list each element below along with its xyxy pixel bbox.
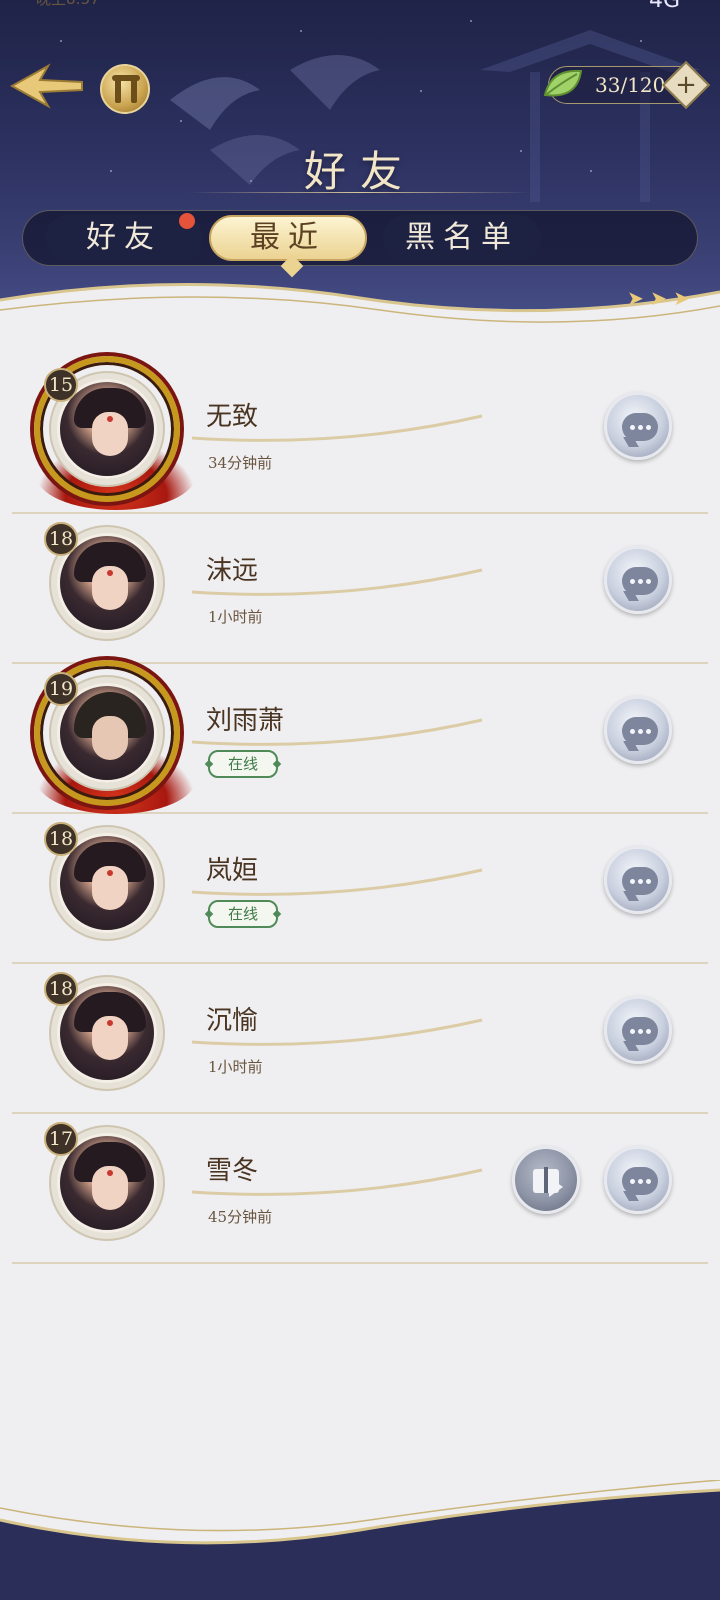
- friend-name: 无致: [206, 402, 259, 432]
- page-title: 好友: [303, 147, 416, 196]
- tab-friends-label: 好友: [86, 220, 162, 255]
- list-item[interactable]: 18 沉愉 1小时前: [12, 964, 708, 1114]
- level-badge: 15: [44, 368, 78, 402]
- friend-name: 雪冬: [206, 1156, 259, 1186]
- last-active-time: 1小时前: [208, 1058, 263, 1076]
- list-item[interactable]: 15 无致 34分钟前: [12, 356, 708, 514]
- avatar[interactable]: 17: [44, 1122, 166, 1242]
- last-active-time: 45分钟前: [208, 1208, 273, 1226]
- tab-friends[interactable]: 好友: [45, 213, 203, 261]
- friend-name: 沉愉: [206, 1006, 259, 1036]
- list-item[interactable]: 18 沫远 1小时前: [12, 514, 708, 664]
- chat-button[interactable]: [604, 546, 672, 614]
- header-banner: 晚上8:57 4G 33/120 + 好友 好友 最近: [0, 0, 720, 330]
- chat-button[interactable]: [604, 696, 672, 764]
- avatar[interactable]: 18: [44, 972, 166, 1092]
- online-status-badge: 在线: [208, 750, 278, 778]
- level-badge: 19: [44, 672, 78, 706]
- chat-bubble-icon: [622, 1167, 658, 1195]
- avatar[interactable]: 18: [44, 822, 166, 942]
- level-badge: 18: [44, 522, 78, 556]
- list-item[interactable]: 17 雪冬 45分钟前: [12, 1114, 708, 1264]
- chat-bubble-icon: [622, 867, 658, 895]
- status-signal: 4G: [648, 0, 680, 13]
- tab-recent[interactable]: 最近: [209, 215, 367, 261]
- tab-bar: 好友 最近 黑名单: [22, 210, 698, 266]
- leaf-stamina-icon: [543, 69, 583, 97]
- send-gift-button[interactable]: [512, 1146, 580, 1214]
- swallow-decoration: ➤ ➤ ➤: [627, 286, 690, 310]
- level-badge: 18: [44, 822, 78, 856]
- title-divider: [190, 192, 530, 193]
- send-arrow-icon: [549, 1177, 563, 1197]
- friend-name: 岚姮: [206, 856, 259, 886]
- chat-bubble-icon: [622, 717, 658, 745]
- back-arrow-icon: [9, 63, 83, 109]
- tab-blacklist[interactable]: 黑名单: [383, 215, 541, 261]
- level-badge: 17: [44, 1122, 78, 1156]
- tab-blacklist-label: 黑名单: [405, 220, 519, 255]
- footer-wave: [0, 1480, 720, 1600]
- avatar[interactable]: 18: [44, 522, 166, 642]
- stamina-counter: 33/120 +: [543, 60, 711, 110]
- status-bar: 晚上8:57 4G: [36, 0, 680, 13]
- avatar[interactable]: 19: [34, 660, 196, 814]
- list-item[interactable]: 18 岚姮 在线: [12, 814, 708, 964]
- last-active-time: 1小时前: [208, 608, 263, 626]
- stamina-value: 33/120: [595, 73, 666, 97]
- chat-bubble-icon: [622, 567, 658, 595]
- friend-name: 沫远: [206, 556, 259, 586]
- chat-button[interactable]: [604, 1146, 672, 1214]
- friend-list: 15 无致 34分钟前 18 沫远 1小时前 19 刘雨萧 在线 18 岚姮 在…: [12, 356, 708, 1264]
- chat-bubble-icon: [622, 1017, 658, 1045]
- level-badge: 18: [44, 972, 78, 1006]
- status-time: 晚上8:57: [36, 0, 100, 9]
- chat-bubble-icon: [622, 413, 658, 441]
- chat-button[interactable]: [604, 392, 672, 460]
- header-wave: [0, 283, 720, 330]
- chat-button[interactable]: [604, 846, 672, 914]
- last-active-time: 34分钟前: [208, 454, 273, 472]
- notification-dot: [179, 213, 195, 229]
- back-button[interactable]: [8, 60, 86, 112]
- tab-recent-label: 最近: [250, 220, 326, 255]
- plus-icon: +: [675, 70, 697, 100]
- list-item[interactable]: 19 刘雨萧 在线: [12, 660, 708, 814]
- online-status-badge: 在线: [208, 900, 278, 928]
- avatar[interactable]: 15: [34, 356, 196, 510]
- chat-button[interactable]: [604, 996, 672, 1064]
- friend-name: 刘雨萧: [206, 706, 285, 736]
- home-button[interactable]: [100, 64, 150, 114]
